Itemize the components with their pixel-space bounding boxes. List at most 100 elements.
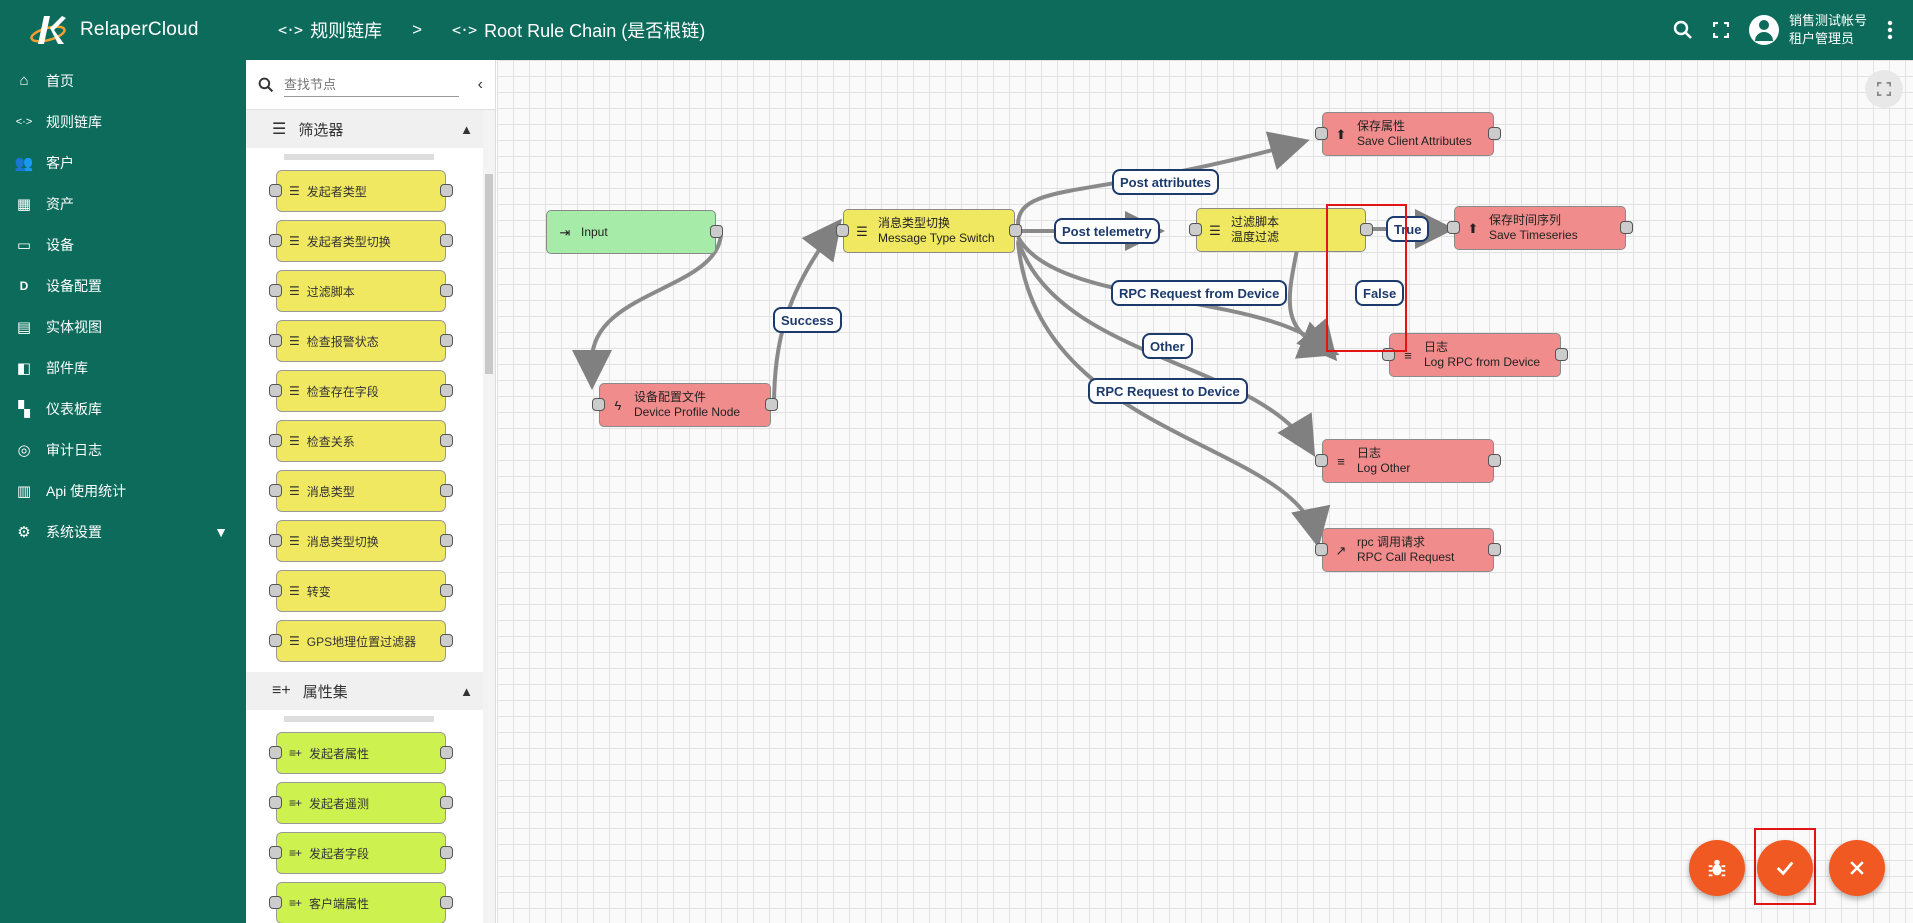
library-scrollbar[interactable]	[483, 110, 495, 923]
node-output-port[interactable]	[1009, 224, 1022, 237]
library-node[interactable]: ☰ 消息类型	[269, 470, 453, 512]
edge-input-to-device-profile	[572, 231, 723, 390]
section-divider	[246, 710, 495, 724]
node-input-port	[269, 584, 282, 597]
scrollbar-thumb[interactable]	[485, 174, 493, 374]
top-actions: 销售测试帐号 租户管理员	[1673, 0, 1913, 60]
nav-item-entity-views[interactable]: ▤ 实体视图	[0, 306, 246, 347]
filter-icon: ☰	[289, 334, 300, 348]
library-node[interactable]: ≡+ 发起者遥测	[269, 782, 453, 824]
node-output-port[interactable]	[1620, 221, 1633, 234]
library-node[interactable]: ☰ 消息类型切换	[269, 520, 453, 562]
node-input-port	[269, 334, 282, 347]
nav-item-api-usage[interactable]: ▥ Api 使用统计	[0, 470, 246, 511]
library-search-input[interactable]	[284, 72, 459, 97]
node-output-port[interactable]	[1555, 348, 1568, 361]
node-device-profile[interactable]: ϟ 设备配置文件 Device Profile Node	[592, 383, 778, 427]
api-usage-icon: ▥	[16, 482, 32, 500]
fullscreen-icon[interactable]	[1712, 22, 1729, 38]
node-output-port[interactable]	[1488, 543, 1501, 556]
node-input-port[interactable]	[1315, 127, 1328, 140]
library-node[interactable]: ☰ 检查存在字段	[269, 370, 453, 412]
search-icon[interactable]	[1673, 20, 1693, 40]
nav-label: 系统设置	[46, 523, 102, 540]
node-input-port[interactable]	[1447, 221, 1460, 234]
library-node[interactable]: ☰ 过滤脚本	[269, 270, 453, 312]
node-output-port	[440, 796, 453, 809]
nav-item-customers[interactable]: 👥 客户	[0, 142, 246, 183]
library-section-enrichment[interactable]: ≡+ 属性集 ▲	[246, 672, 495, 710]
node-input-port[interactable]	[1315, 543, 1328, 556]
brand-logo	[30, 10, 70, 50]
node-output-port[interactable]	[710, 225, 723, 238]
enrichment-icon: ≡+	[289, 746, 302, 760]
library-node[interactable]: ≡+ 发起者字段	[269, 832, 453, 874]
more-vert-icon[interactable]	[1887, 20, 1893, 40]
fullscreen-icon	[1877, 82, 1891, 96]
filter-icon: ☰	[289, 584, 300, 598]
customers-icon: 👥	[14, 154, 34, 172]
node-output-port[interactable]	[1488, 454, 1501, 467]
user-menu[interactable]: 销售测试帐号 租户管理员	[1748, 12, 1867, 48]
library-node-label: 客户端属性	[309, 896, 370, 911]
revert-changes-button[interactable]	[1829, 840, 1885, 896]
node-log-other[interactable]: ≡ 日志 Log Other	[1315, 439, 1501, 483]
nav-item-widgets[interactable]: ◧ 部件库	[0, 347, 246, 388]
nav-item-rule-chains[interactable]: <·> 规则链库	[0, 101, 246, 142]
nav-label: 首页	[46, 72, 74, 89]
nav-item-audit-logs[interactable]: ◎ 审计日志	[0, 429, 246, 470]
library-node[interactable]: ≡+ 客户端属性	[269, 882, 453, 923]
library-node[interactable]: ≡+ 发起者属性	[269, 732, 453, 774]
nav-item-assets[interactable]: ▦ 资产	[0, 183, 246, 224]
chevron-up-icon: ▲	[460, 683, 473, 699]
debug-button[interactable]	[1689, 840, 1745, 896]
node-rpc-call-request[interactable]: ↗ rpc 调用请求 RPC Call Request	[1315, 528, 1501, 572]
library-section-filters[interactable]: ☰ 筛选器 ▲	[246, 110, 495, 148]
edge-label-other[interactable]: Other	[1142, 333, 1193, 359]
node-output-port[interactable]	[1488, 127, 1501, 140]
apply-changes-button[interactable]	[1757, 840, 1813, 896]
node-input-port[interactable]	[1189, 223, 1202, 236]
node-input-port[interactable]	[1315, 454, 1328, 467]
library-node[interactable]: ☰ 发起者类型	[269, 170, 453, 212]
filter-icon: ☰	[289, 234, 300, 248]
node-output-port[interactable]	[765, 398, 778, 411]
filter-icon: ☰	[856, 223, 868, 239]
library-node[interactable]: ☰ 发起者类型切换	[269, 220, 453, 262]
canvas-fullscreen-button[interactable]	[1865, 70, 1903, 108]
node-input-port[interactable]	[836, 224, 849, 237]
library-node[interactable]: ☰ 检查关系	[269, 420, 453, 462]
side-nav: ⌂ 首页 <·> 规则链库 👥 客户 ▦ 资产 ▭ 设备 D 设备配置 ▤ 实体视图 ◧ 部件库…	[0, 60, 246, 923]
node-message-type-switch[interactable]: ☰ 消息类型切换 Message Type Switch	[836, 209, 1022, 253]
node-subtitle: Save Timeseries	[1489, 228, 1578, 242]
edge-label-post-attributes[interactable]: Post attributes	[1112, 169, 1220, 195]
nav-item-settings[interactable]: ⚙ 系统设置 ▼	[0, 511, 246, 552]
edge-label-rpc-to-device[interactable]: RPC Request to Device	[1088, 378, 1248, 404]
top-bar: RelaperCloud <·> 规则链库 > <·> Root Rule Ch…	[0, 0, 1913, 60]
rule-chain-canvas[interactable]: ⇥ Input ϟ 设备配置文件 Device Profile Node ☰ 消息…	[497, 60, 1913, 923]
breadcrumb-item-rule-chains[interactable]: <·> 规则链库	[278, 17, 382, 43]
node-input[interactable]: ⇥ Input	[546, 210, 723, 254]
brand[interactable]: RelaperCloud	[0, 0, 246, 60]
node-save-attributes[interactable]: ⬆ 保存属性 Save Client Attributes	[1315, 112, 1501, 156]
nav-item-devices[interactable]: ▭ 设备	[0, 224, 246, 265]
nav-item-device-profiles[interactable]: D 设备配置	[0, 265, 246, 306]
library-node-label: 发起者字段	[309, 846, 370, 861]
node-log-rpc[interactable]: ≡ 日志 Log RPC from Device	[1382, 333, 1568, 377]
home-icon: ⌂	[19, 72, 29, 89]
library-node[interactable]: ☰ GPS地理位置过滤器	[269, 620, 453, 662]
node-input-port	[269, 534, 282, 547]
nav-item-dashboards[interactable]: ▚ 仪表板库	[0, 388, 246, 429]
rule-chain-icon: <·>	[278, 21, 303, 39]
edge-label-post-telemetry[interactable]: Post telemetry	[1054, 218, 1160, 244]
node-input-port[interactable]	[592, 398, 605, 411]
library-node[interactable]: ☰ 检查报警状态	[269, 320, 453, 362]
collapse-library-icon[interactable]: ‹	[478, 76, 483, 94]
edge-label-rpc-from-device[interactable]: RPC Request from Device	[1111, 280, 1288, 306]
edge-label-success[interactable]: Success	[773, 307, 842, 333]
node-save-timeseries[interactable]: ⬆ 保存时间序列 Save Timeseries	[1447, 206, 1633, 250]
filter-icon: ☰	[289, 484, 300, 498]
library-node[interactable]: ☰ 转变	[269, 570, 453, 612]
assets-icon: ▦	[16, 195, 32, 213]
nav-item-home[interactable]: ⌂ 首页	[0, 60, 246, 101]
